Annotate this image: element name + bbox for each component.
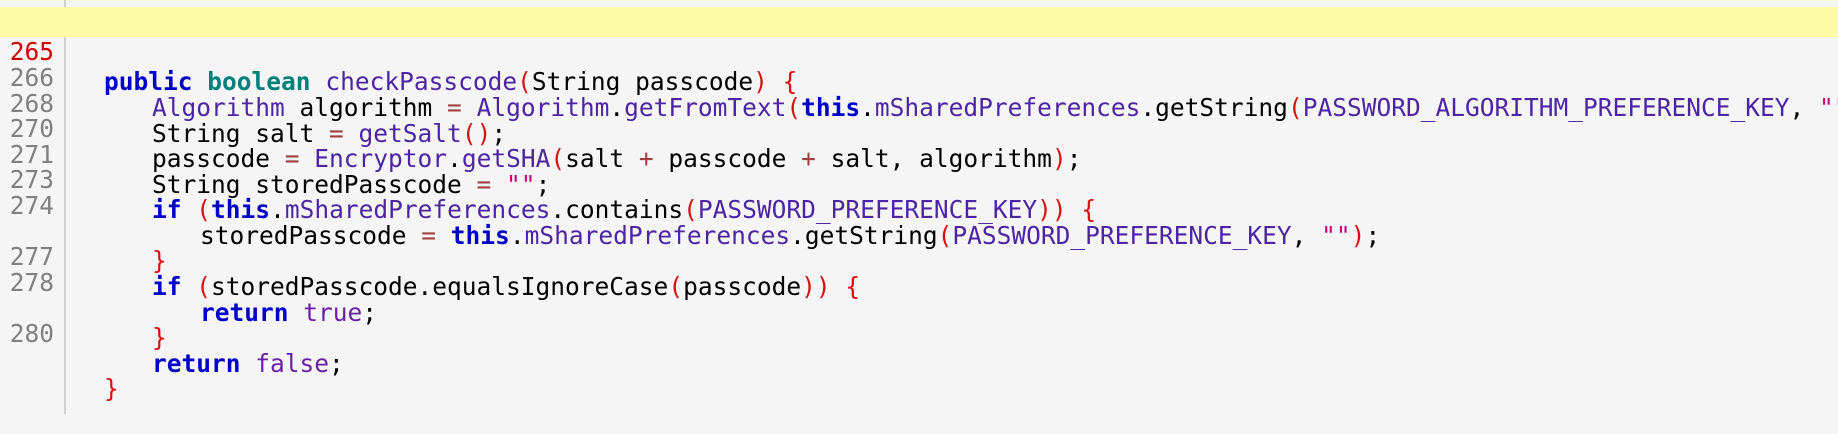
code-line[interactable]: } (0, 314, 1838, 403)
code-text: return false; (152, 349, 344, 379)
code-viewer: 265 public boolean checkPasscode(String … (0, 0, 1838, 414)
code-token: false (255, 349, 330, 378)
code-token: return (152, 349, 241, 378)
code-token: } (104, 374, 119, 403)
code-text: } (104, 374, 119, 404)
code-token: ; (329, 349, 344, 378)
